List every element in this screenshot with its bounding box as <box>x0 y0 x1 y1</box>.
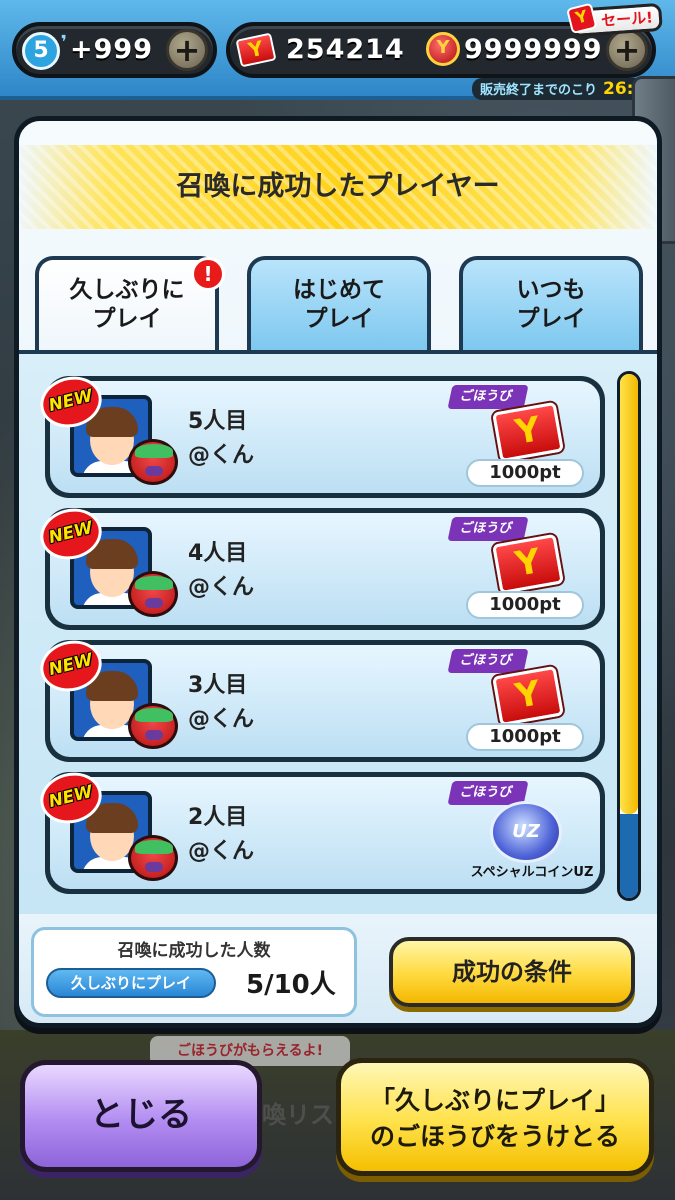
tab-label-line1: 久しぶりに <box>69 277 185 303</box>
player-order: 4人目 <box>188 541 248 566</box>
list-item-body: NEW 4人目 @くん ごほうび Y 1000pt <box>34 502 600 625</box>
list-scrollbar[interactable] <box>617 371 641 901</box>
success-count-category: 久しぶりにプレイ <box>46 968 216 998</box>
list-item[interactable]: NEW 5人目 @くん ごほうび Y 1000pt <box>34 370 605 498</box>
close-button[interactable]: とじる <box>20 1060 262 1172</box>
tab-label-line1: はじめて <box>293 277 385 303</box>
yokai-icon <box>128 835 178 881</box>
modal-title: 召喚に成功したプレイヤー <box>176 171 500 202</box>
ticket-icon: Y <box>492 401 564 463</box>
stamina-value: +999 <box>70 34 153 65</box>
modal-body: 召喚に成功したプレイヤー 久しぶりに プレイ はじめて プレイ いつも プレイ … <box>19 121 657 1023</box>
success-count-box: 召喚に成功した人数 久しぶりにプレイ 5/10人 <box>31 927 357 1017</box>
claim-reward-button[interactable]: 「久しぶりにプレイ」 のごほうびをうけとる <box>336 1058 654 1176</box>
reward-label: ごほうび <box>447 649 529 673</box>
timer-value: 26: <box>603 79 634 99</box>
tab-label-line2: プレイ <box>516 306 586 332</box>
tab-first-time-play[interactable]: はじめて プレイ <box>247 256 431 352</box>
stamina-pill: 5 ❜ +999 + <box>12 22 217 78</box>
player-name: @くん <box>188 839 255 864</box>
reward-value: 1000pt <box>466 591 584 619</box>
yokai-icon <box>128 703 178 749</box>
yokai-icon <box>128 439 178 485</box>
tab-label-line2: プレイ <box>304 306 374 332</box>
ticket-count: 254214 <box>286 34 405 65</box>
background-list-button: 喚リス <box>262 1101 334 1129</box>
player-name: @くん <box>188 443 255 468</box>
add-currency-button[interactable]: + <box>606 29 648 71</box>
reward-value: 1000pt <box>466 459 584 487</box>
sale-ticket-icon: Y <box>566 2 598 35</box>
top-status-bar: 5 ❜ +999 + Y 254214 Y 9999999 + Y セール! 販… <box>0 0 675 100</box>
spirit-tail-icon: ❜ <box>60 32 67 53</box>
tab-label-line1: いつも <box>516 277 586 303</box>
scrollbar-thumb[interactable] <box>620 374 638 814</box>
ticket-icon: Y <box>235 32 277 68</box>
yokai-icon <box>128 571 178 617</box>
list-item[interactable]: NEW 2人目 @くん ごほうび UZ スペシャルコインUZ <box>34 766 605 894</box>
money-count: 9999999 <box>464 34 603 65</box>
money-icon: Y <box>426 32 460 66</box>
level-badge: 5 ❜ <box>22 32 67 70</box>
tab-regular-play[interactable]: いつも プレイ <box>459 256 643 352</box>
success-count-title: 召喚に成功した人数 <box>117 941 271 961</box>
reward-label: ごほうび <box>447 385 529 409</box>
list-item[interactable]: NEW 3人目 @くん ごほうび Y 1000pt <box>34 634 605 762</box>
list-item[interactable]: NEW 4人目 @くん ごほうび Y 1000pt <box>34 502 605 630</box>
ticket-icon: Y <box>492 665 564 727</box>
scrollbar-track <box>620 814 638 898</box>
player-list[interactable]: NEW 5人目 @くん ごほうび Y 1000pt NEW 4人目 @くん ごほ… <box>19 354 657 914</box>
list-item-body: NEW 5人目 @くん ごほうび Y 1000pt <box>34 370 600 493</box>
reward-label: ごほうび <box>447 517 529 541</box>
add-stamina-button[interactable]: + <box>166 29 208 71</box>
player-order: 2人目 <box>188 805 248 830</box>
success-count-value: 5/10人 <box>246 970 336 1000</box>
summon-success-modal: 召喚に成功したプレイヤー 久しぶりに プレイ はじめて プレイ いつも プレイ … <box>14 116 662 1028</box>
reward-value: スペシャルコインUZ <box>470 865 594 880</box>
level-value: 5 <box>33 38 49 63</box>
ticket-icon: Y <box>492 533 564 595</box>
special-coin-icon: UZ <box>490 801 562 863</box>
tab-label-line2: プレイ <box>92 306 162 332</box>
success-conditions-button[interactable]: 成功の条件 <box>389 937 635 1007</box>
player-name: @くん <box>188 575 255 600</box>
list-item-body: NEW 2人目 @くん ごほうび UZ スペシャルコインUZ <box>34 766 600 889</box>
timer-label: 販売終了までのこり <box>480 83 598 98</box>
claim-label-line2: のごほうびをうけとる <box>369 1122 620 1151</box>
player-order: 3人目 <box>188 673 248 698</box>
list-item-body: NEW 3人目 @くん ごほうび Y 1000pt <box>34 634 600 757</box>
player-order: 5人目 <box>188 409 248 434</box>
reward-value: 1000pt <box>466 723 584 751</box>
claim-label-line1: 「久しぶりにプレイ」 <box>369 1086 620 1115</box>
notification-badge: ! <box>191 257 225 291</box>
sale-label: セール! <box>600 8 654 31</box>
player-name: @くん <box>188 707 255 732</box>
